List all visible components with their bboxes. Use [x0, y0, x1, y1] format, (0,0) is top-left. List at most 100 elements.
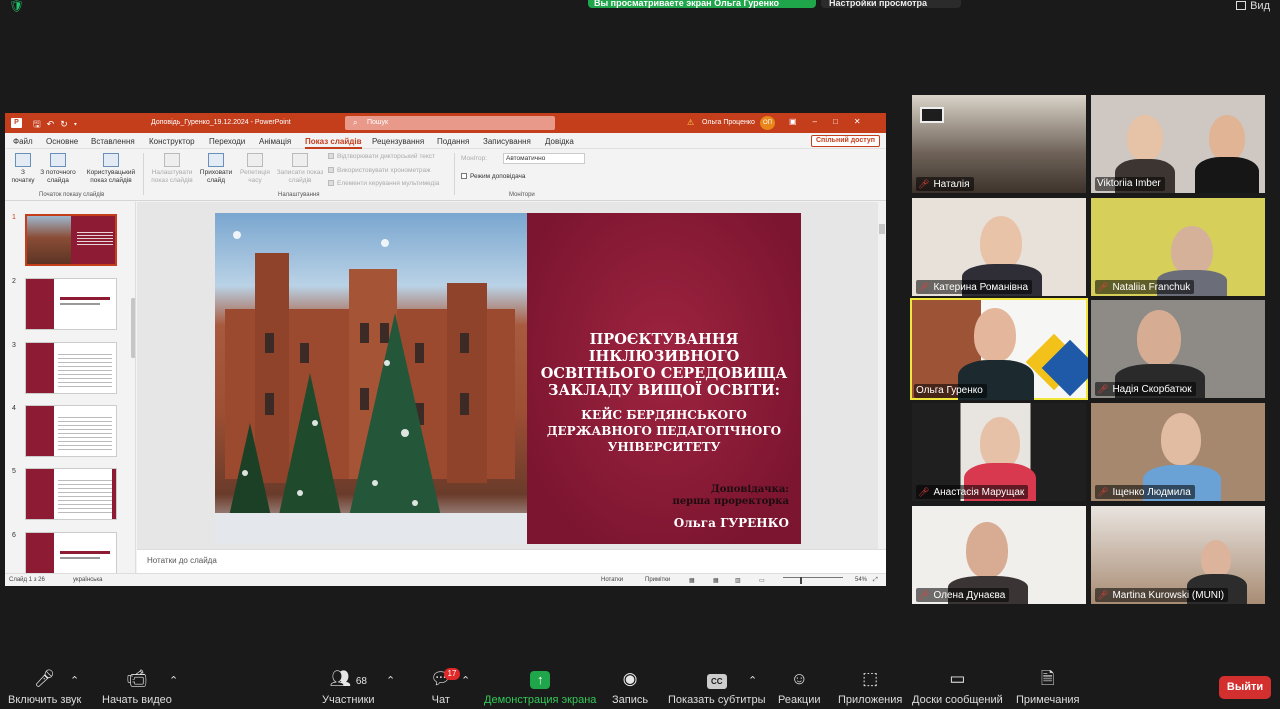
reactions-button[interactable]: ☺ Реакции: [778, 668, 821, 706]
participants-button[interactable]: 👥︎ 68 Участники: [322, 668, 375, 706]
fit-to-window-icon[interactable]: ⤢: [873, 577, 878, 584]
whiteboards-button[interactable]: ▭ Доски сообщений: [912, 668, 1003, 706]
tab-file[interactable]: Файл: [13, 137, 33, 146]
video-tile[interactable]: 🎤︎ Martina Kurowski (MUNI): [1091, 506, 1265, 604]
group-setup-label: Налаштування: [278, 192, 320, 198]
video-tile[interactable]: 🎤︎ Nataliia Franchuk: [1091, 198, 1265, 296]
audio-options-chevron-icon[interactable]: ⌃: [70, 674, 79, 687]
slideshow-view-icon[interactable]: ▭: [759, 577, 765, 584]
record-button[interactable]: ◉ Запись: [612, 668, 648, 706]
scrollbar-thumb[interactable]: [879, 224, 885, 234]
unmute-label: Включить звук: [8, 694, 82, 706]
play-narrations-checkbox[interactable]: Відтворювати дикторський текст: [328, 153, 435, 160]
tab-record[interactable]: Записування: [483, 137, 531, 146]
current-slide[interactable]: Проєктування інклюзивного освітнього сер…: [215, 213, 801, 544]
participant-name-text: Nataliia Franchuk: [1112, 282, 1191, 293]
thumb-accent: [112, 469, 116, 519]
user-avatar[interactable]: ОП: [760, 116, 775, 130]
tab-view[interactable]: Подання: [437, 137, 469, 146]
tab-home[interactable]: Основне: [46, 137, 78, 146]
video-tile[interactable]: 🎤︎ Надія Скорбатюк: [1091, 300, 1265, 398]
window-controls[interactable]: ▣–□✕: [789, 117, 877, 126]
quick-access-toolbar[interactable]: 🖫↶↻▾: [33, 117, 83, 133]
video-tile[interactable]: 🎤︎ Іщенко Людмила: [1091, 403, 1265, 501]
notes-icon: 🗎︎: [1040, 669, 1055, 688]
thumb-image: [26, 406, 54, 456]
record-show-button[interactable]: Записати показ слайдів: [275, 153, 325, 185]
speaker-notes-area[interactable]: Нотатки до слайда: [137, 549, 886, 573]
slide-thumbnail-6[interactable]: [25, 532, 117, 573]
participant-face: [1201, 540, 1231, 578]
tab-review[interactable]: Рецензування: [372, 137, 424, 146]
language-status[interactable]: українська: [73, 577, 103, 583]
slide-subtitle: КЕЙС БЕРДЯНСЬКОГО ДЕРЖАВНОГО ПЕДАГОГІЧНО…: [546, 408, 782, 454]
zoom-slider[interactable]: [783, 577, 843, 578]
slide-thumbnail-2[interactable]: [25, 278, 117, 330]
slide-title: Проєктування інклюзивного освітнього сер…: [540, 331, 788, 399]
use-timings-checkbox[interactable]: Використовувати хронометраж: [328, 167, 430, 174]
tab-animations[interactable]: Анімація: [259, 137, 291, 146]
thumb-image: [27, 216, 71, 264]
slide-number: 4: [12, 405, 16, 412]
monitor-select[interactable]: Автоматично: [503, 153, 585, 164]
speaker-role: перша проректорка: [672, 496, 790, 507]
apps-button[interactable]: ⬚ Приложения: [838, 668, 902, 706]
apps-label: Приложения: [838, 694, 903, 706]
start-video-button[interactable]: 📹︎ Начать видео: [102, 668, 172, 706]
video-tile[interactable]: 🎤︎ Катерина Романівна: [912, 198, 1086, 296]
from-beginning-button[interactable]: З початку: [9, 153, 37, 185]
custom-show-icon: [103, 153, 119, 167]
ppt-search-box[interactable]: ⌕ Пошук: [345, 116, 555, 130]
captions-chevron-icon[interactable]: ⌃: [748, 674, 757, 687]
tab-transitions[interactable]: Переходи: [209, 137, 245, 146]
slide-number: 3: [12, 342, 16, 349]
video-tile[interactable]: 🎤︎ Анастасія Марущак: [912, 403, 1086, 501]
notes-button[interactable]: 🗎︎ Примечания: [1016, 668, 1080, 706]
video-tile[interactable]: 🎤︎ Олена Дунаєва: [912, 506, 1086, 604]
view-options-button[interactable]: Настройки просмотра: [821, 0, 961, 8]
rehearse-timings-button[interactable]: Репетиція часу: [237, 153, 273, 185]
share-screen-label: Демонстрация экрана: [484, 694, 597, 706]
comments-toggle[interactable]: Примітки: [645, 577, 670, 583]
leave-meeting-button[interactable]: Выйти: [1219, 676, 1271, 699]
video-tile[interactable]: Viktoriia Imber: [1091, 95, 1265, 193]
video-options-chevron-icon[interactable]: ⌃: [169, 674, 178, 687]
zoom-level[interactable]: 54%: [855, 577, 867, 583]
participant-name: 🎤︎ Надія Скорбатюк: [1095, 382, 1196, 396]
custom-show-button[interactable]: Користувацький показ слайдів: [83, 153, 139, 185]
slide-sorter-icon[interactable]: ▦: [713, 577, 719, 584]
normal-view-icon[interactable]: ▦: [689, 577, 695, 584]
thumbnails-scrollbar[interactable]: [131, 298, 135, 358]
thumb-title: [60, 297, 110, 300]
active-speaker-tile[interactable]: Ольга Гуренко: [910, 298, 1088, 400]
reading-view-icon[interactable]: ▥: [735, 577, 741, 584]
presenter-view-checkbox[interactable]: Режим доповідача: [461, 173, 526, 180]
media-controls-checkbox[interactable]: Елементи керування мультимедіа: [328, 180, 439, 187]
ppt-share-button[interactable]: Спільний доступ: [810, 135, 880, 147]
share-screen-button[interactable]: ↑ Демонстрация экрана: [484, 668, 596, 706]
slide-thumbnail-4[interactable]: [25, 405, 117, 457]
hide-slide-button[interactable]: Приховати слайд: [197, 153, 235, 185]
chat-chevron-icon[interactable]: ⌃: [461, 674, 470, 687]
tab-slideshow[interactable]: Показ слайдів: [305, 137, 362, 149]
slide-thumbnail-5[interactable]: [25, 468, 117, 520]
video-tile[interactable]: 🎤︎ Наталія: [912, 95, 1086, 193]
view-button[interactable]: Вид: [1236, 0, 1270, 12]
monitor-label: Монітор:: [461, 155, 487, 162]
tab-design[interactable]: Конструктор: [149, 137, 195, 146]
set-up-show-button[interactable]: Налаштувати показ слайдів: [147, 153, 197, 185]
participants-chevron-icon[interactable]: ⌃: [386, 674, 395, 687]
tab-insert[interactable]: Вставлення: [91, 137, 135, 146]
tab-help[interactable]: Довідка: [545, 137, 574, 146]
slide-editing-area: Проєктування інклюзивного освітнього сер…: [137, 202, 886, 549]
zoom-slider-thumb[interactable]: [800, 577, 802, 584]
start-video-label: Начать видео: [102, 694, 172, 706]
slide-thumbnail-3[interactable]: [25, 342, 117, 394]
captions-icon-text: CC: [706, 674, 727, 689]
from-current-button[interactable]: З поточного слайда: [37, 153, 79, 185]
notes-toggle[interactable]: Нотатки: [601, 577, 623, 583]
security-shield-icon[interactable]: 🛡: [9, 0, 24, 12]
slide-scrollbar[interactable]: [878, 202, 886, 549]
speaker-info: Доповідачка: перша проректорка: [673, 484, 790, 508]
slide-thumbnail-1[interactable]: [25, 214, 117, 266]
